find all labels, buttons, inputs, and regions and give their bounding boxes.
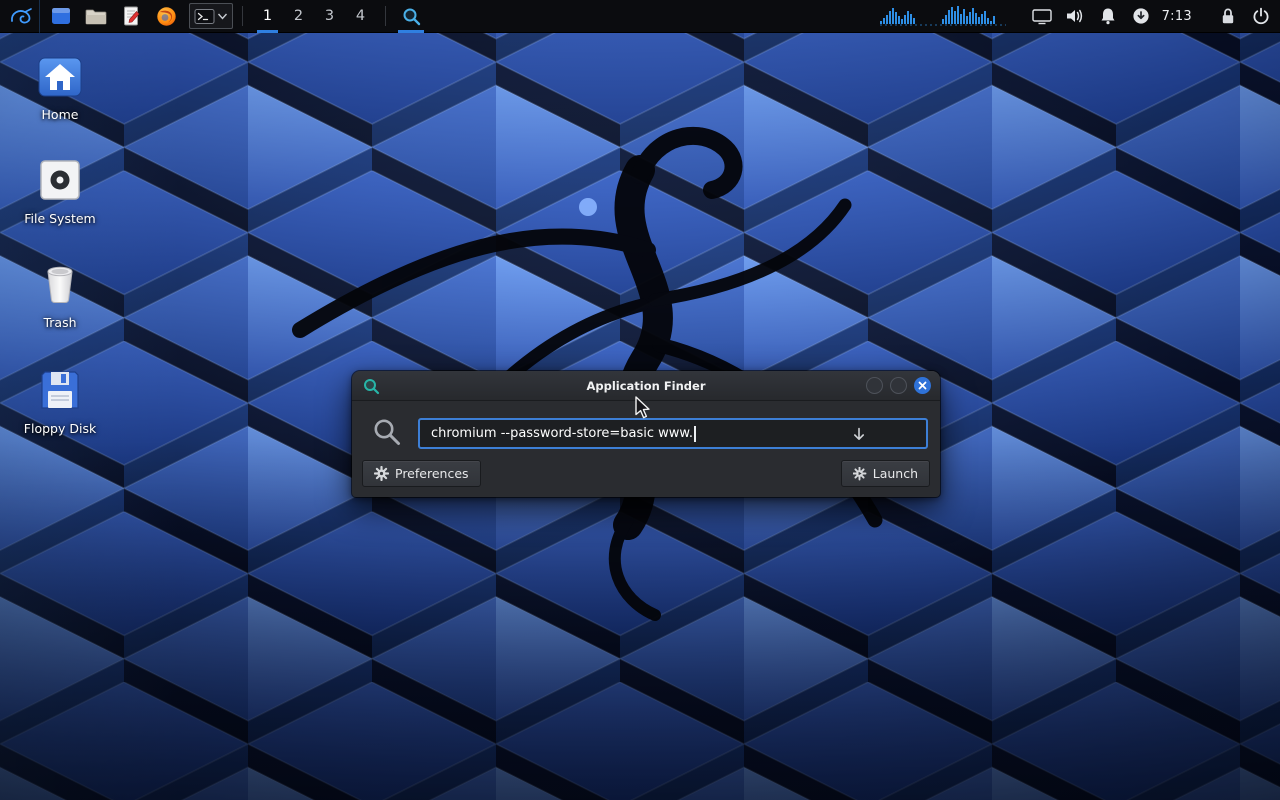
text-caret [694, 426, 696, 442]
home-icon [37, 54, 83, 98]
workspace-4[interactable]: 4 [345, 0, 376, 33]
chevron-down-icon[interactable] [217, 12, 228, 21]
desktop-icon-label: Floppy Disk [24, 421, 96, 436]
desktop: 1 2 3 4 [0, 0, 1280, 800]
panel-clock[interactable]: 7:13 [1162, 9, 1192, 24]
folder-icon [85, 7, 107, 25]
desktop-icon-label: Home [42, 107, 79, 122]
desktop-icon-label: File System [24, 211, 96, 226]
audio-visualizer[interactable] [880, 6, 1006, 26]
display-tray-icon[interactable] [1031, 5, 1053, 27]
terminal-launcher-group[interactable] [189, 3, 233, 29]
notifications-tray-icon[interactable] [1097, 5, 1119, 27]
close-icon [918, 381, 927, 390]
window-title: Application Finder [352, 379, 940, 393]
text-editor-launcher[interactable] [117, 2, 145, 30]
document-pencil-icon [121, 6, 141, 26]
file-system-icon [37, 158, 83, 202]
magnifier-icon [402, 7, 421, 26]
floppy-disk-icon [37, 368, 83, 412]
application-finder-window: Application Finder chromium --password-s… [352, 371, 940, 497]
titlebar[interactable]: Application Finder [352, 371, 940, 401]
terminal-icon [194, 8, 215, 25]
kali-logo-icon [6, 5, 34, 27]
search-input-text: chromium --password-store=basic www. [431, 426, 693, 441]
blue-orb-artwork [579, 198, 597, 216]
whisker-menu-launcher[interactable] [47, 2, 75, 30]
gear-icon [374, 466, 389, 481]
panel-separator [385, 6, 386, 26]
workspace-3[interactable]: 3 [314, 0, 345, 33]
launch-button[interactable]: Launch [841, 460, 930, 487]
history-dropdown-button[interactable] [850, 425, 868, 443]
launch-icon [853, 467, 867, 481]
taskbar-app-finder[interactable] [395, 0, 427, 33]
workspace-1[interactable]: 1 [252, 0, 283, 33]
preferences-label: Preferences [395, 466, 469, 481]
lock-screen-icon[interactable] [1217, 5, 1239, 27]
launch-label: Launch [873, 466, 918, 481]
firefox-launcher[interactable] [152, 2, 180, 30]
desktop-icon-floppy-disk[interactable]: Floppy Disk [12, 368, 108, 436]
panel-separator [242, 6, 243, 26]
volume-tray-icon[interactable] [1064, 5, 1086, 27]
desktop-icon-label: Trash [43, 315, 76, 330]
status-tray-icon[interactable] [1130, 5, 1152, 27]
close-button[interactable] [914, 377, 931, 394]
trash-icon [37, 262, 83, 306]
arrow-down-icon [852, 427, 866, 442]
firefox-icon [156, 6, 177, 27]
minimize-button[interactable] [866, 377, 883, 394]
file-manager-launcher[interactable] [82, 2, 110, 30]
top-panel: 1 2 3 4 [0, 0, 1280, 33]
search-icon [372, 417, 402, 447]
kali-menu-button[interactable] [0, 0, 40, 33]
system-tray: 7:13 [880, 5, 1280, 27]
window-icon [51, 7, 71, 25]
preferences-button[interactable]: Preferences [362, 460, 481, 487]
desktop-icon-home[interactable]: Home [12, 54, 108, 122]
desktop-icon-file-system[interactable]: File System [12, 158, 108, 226]
workspace-2[interactable]: 2 [283, 0, 314, 33]
maximize-button[interactable] [890, 377, 907, 394]
desktop-icon-trash[interactable]: Trash [12, 262, 108, 330]
power-logout-icon[interactable] [1250, 5, 1272, 27]
